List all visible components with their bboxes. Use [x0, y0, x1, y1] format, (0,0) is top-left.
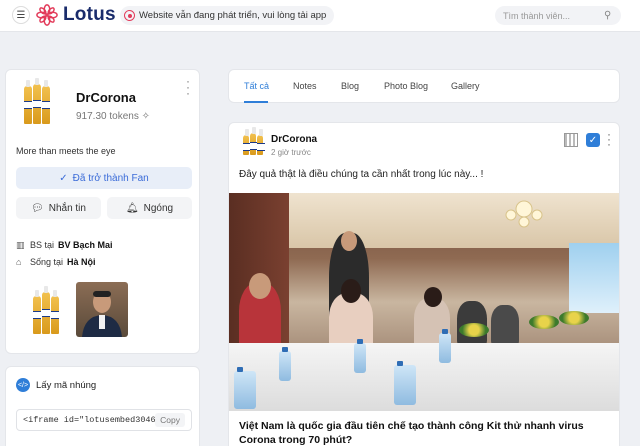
post-text: Đây quả thật là điều chúng ta cần nhất t… — [239, 169, 484, 180]
location-info: ⌂ Sống tại Hà Nội — [16, 257, 96, 267]
location-link[interactable]: Hà Nội — [67, 257, 96, 267]
logo-text: Lotus — [63, 4, 116, 25]
embed-card: </> Lấy mã nhúng <iframe id="lotusembed3… — [5, 366, 200, 446]
profile-card: DrCorona 917.30 tokens ✧ · · · More than m… — [5, 69, 200, 354]
code-icon: </> — [16, 378, 30, 392]
active-tab-indicator — [244, 101, 268, 103]
post-headline[interactable]: Việt Nam là quốc gia đầu tiên chế tạo th… — [239, 419, 611, 446]
profile-name[interactable]: DrCorona — [76, 90, 136, 105]
record-dot-icon — [124, 10, 135, 21]
check-square-icon[interactable]: ✓ — [586, 133, 600, 147]
copy-button[interactable]: Copy — [155, 413, 185, 427]
post-avatar[interactable] — [243, 127, 265, 155]
lotus-flower-icon — [36, 4, 58, 26]
work-place-link[interactable]: BV Bạch Mai — [58, 240, 113, 250]
search-input[interactable] — [495, 6, 621, 25]
post-author[interactable]: DrCorona — [271, 134, 317, 145]
sparkle-icon: ✧ — [141, 111, 150, 122]
qr-code-icon[interactable] — [564, 133, 578, 147]
notice-text: Website vẫn đang phát triển, vui lòng tả… — [139, 10, 327, 21]
search-icon[interactable]: ⚲ — [604, 10, 611, 21]
mute-button-label: Ngóng — [143, 202, 174, 214]
vertical-dots-icon[interactable]: · · · — [186, 75, 190, 99]
tab-notes[interactable]: Notes — [293, 81, 317, 91]
tab-blog[interactable]: Blog — [341, 81, 359, 91]
embed-title: </> Lấy mã nhúng — [16, 378, 97, 392]
fan-button-label: Đã trở thành Fan — [72, 172, 149, 184]
chat-bubble-icon: 💬︎ — [31, 202, 44, 214]
work-info: ▥ BS tại BV Bạch Mai — [16, 240, 113, 250]
checkmark-icon: ✓ — [59, 172, 68, 184]
message-button[interactable]: 💬︎ Nhắn tin — [16, 197, 101, 219]
profile-tokens: 917.30 tokens ✧ — [76, 111, 150, 122]
bell-icon: 🔔︎ — [125, 202, 139, 214]
tab-gallery[interactable]: Gallery — [451, 81, 480, 91]
home-icon: ⌂ — [16, 257, 22, 267]
tabs-card: Tất cả Notes Blog Photo Blog Gallery — [228, 69, 620, 103]
mute-button[interactable]: 🔔︎ Ngóng — [107, 197, 192, 219]
hamburger-icon[interactable]: ☰ — [12, 6, 30, 24]
embed-code-box[interactable]: <iframe id="lotusembed30468 Copy — [16, 409, 192, 431]
chandelier — [505, 200, 543, 228]
logo[interactable]: Lotus — [36, 4, 116, 26]
app-notice[interactable]: Website vẫn đang phát triển, vui lòng tả… — [120, 6, 335, 25]
tab-photo-blog[interactable]: Photo Blog — [384, 81, 428, 91]
vertical-dots-icon[interactable]: · · · — [607, 128, 611, 150]
building-icon: ▥ — [16, 240, 25, 250]
profile-bio: More than meets the eye — [16, 146, 116, 156]
message-button-label: Nhắn tin — [48, 202, 86, 214]
embed-code[interactable]: <iframe id="lotusembed30468 — [23, 415, 155, 425]
post-card: DrCorona 2 giờ trước ✓ · · · Đây quả thật … — [228, 122, 620, 446]
post-image[interactable] — [229, 193, 619, 411]
profile-photo-1[interactable] — [20, 282, 72, 337]
tab-all[interactable]: Tất cả — [244, 81, 269, 91]
profile-avatar[interactable] — [24, 78, 50, 124]
top-bar: ☰ Lotus Website vẫn đang phát triển, vui… — [0, 0, 640, 32]
post-time[interactable]: 2 giờ trước — [271, 148, 311, 157]
person-portrait — [82, 291, 122, 337]
profile-photo-2[interactable] — [76, 282, 128, 337]
fan-button[interactable]: ✓ Đã trở thành Fan — [16, 167, 192, 189]
